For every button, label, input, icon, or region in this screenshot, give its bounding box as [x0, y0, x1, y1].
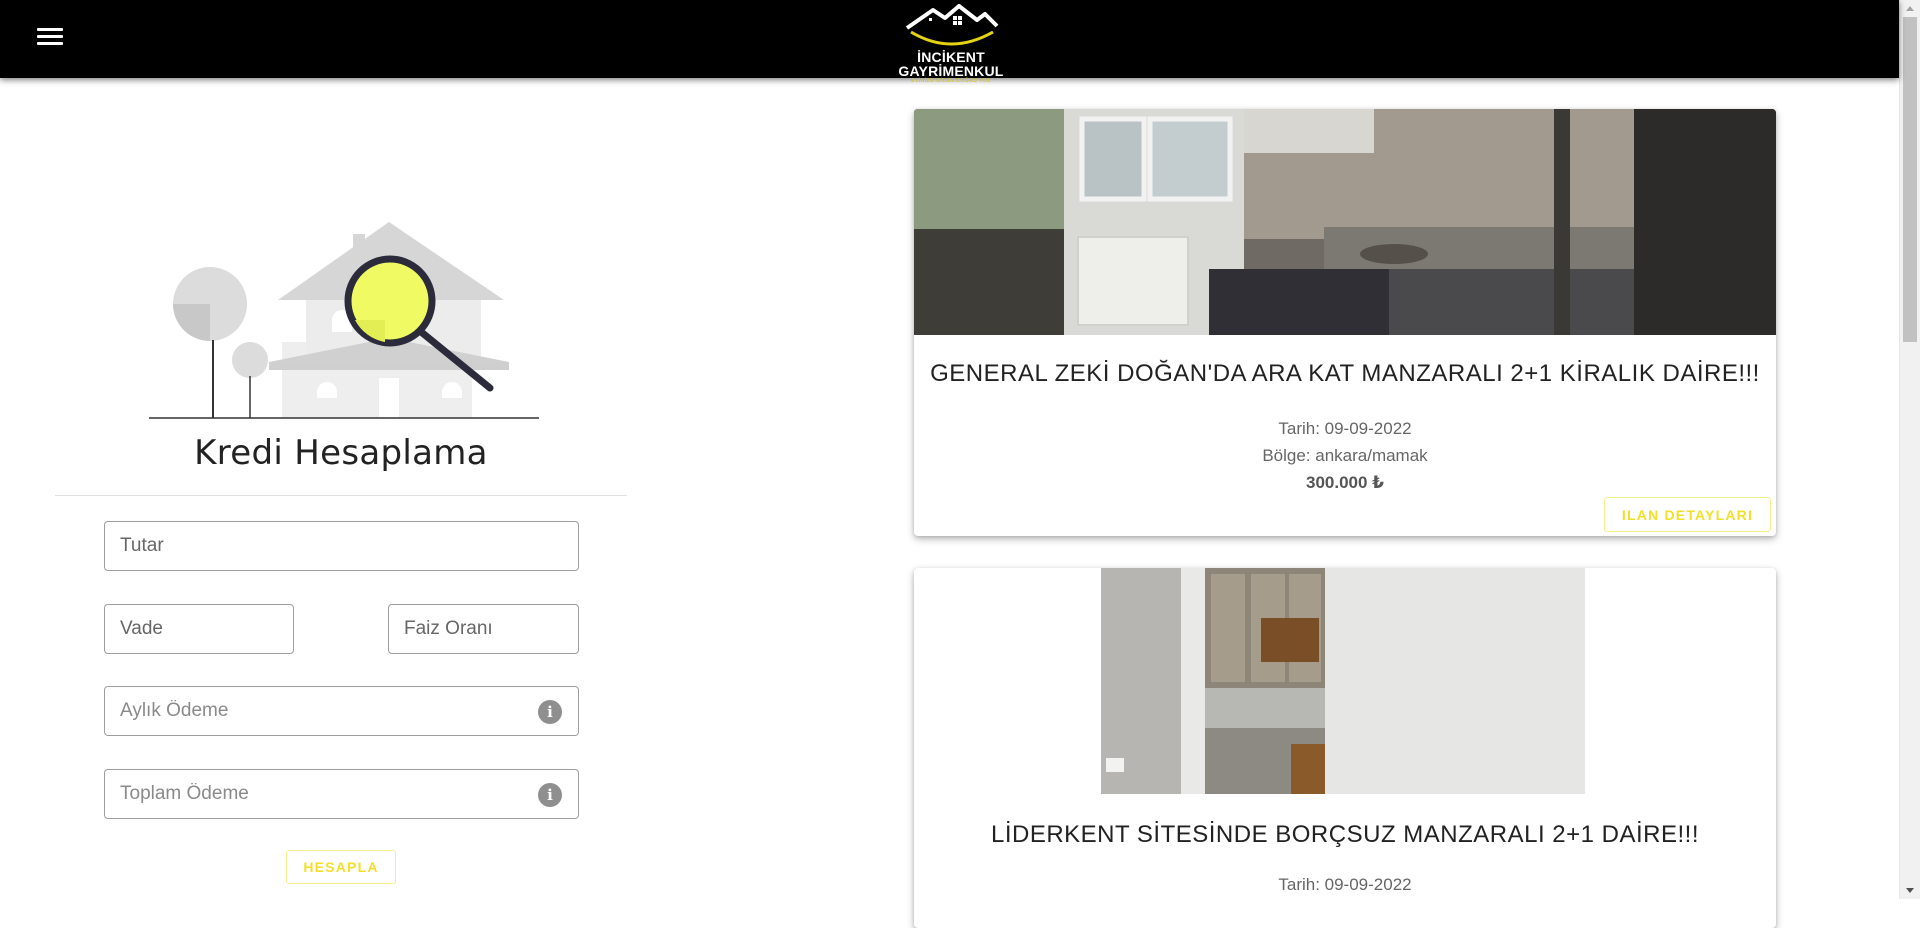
listing-region: Bölge: ankara/mamak: [1262, 446, 1428, 465]
listing-image-kitchen[interactable]: [914, 109, 1776, 335]
scroll-down-arrow-icon[interactable]: [1906, 888, 1914, 893]
hamburger-menu-icon[interactable]: [36, 25, 64, 49]
listing-date: Tarih: 09-09-2022: [1278, 875, 1412, 894]
listing-meta: Tarih: 09-09-2022: [914, 871, 1776, 898]
calculate-button[interactable]: HESAPLA: [286, 850, 396, 884]
page-scrollbar[interactable]: [1899, 0, 1920, 899]
scroll-up-arrow-icon[interactable]: [1906, 6, 1914, 11]
info-icon[interactable]: i: [538, 700, 562, 724]
listing-card[interactable]: LİDERKENT SİTESİNDE BORÇSUZ MANZARALI 2+…: [914, 568, 1776, 928]
info-icon[interactable]: i: [538, 783, 562, 807]
listing-title: GENERAL ZEKİ DOĞAN'DA ARA KAT MANZARALI …: [930, 360, 1760, 387]
total-payment-input[interactable]: [105, 770, 578, 818]
term-field[interactable]: [104, 604, 294, 654]
calculator-title: Kredi Hesaplama: [194, 433, 488, 473]
site-logo[interactable]: İNCİKENT GAYRİMENKUL EVİNİZE GİDEN DOĞRU…: [866, 4, 1036, 84]
listing-price: 300.000 ₺: [1305, 473, 1384, 492]
listing-image-kitchen[interactable]: [1101, 568, 1585, 794]
house-search-illustration: [149, 222, 539, 419]
term-input[interactable]: [105, 605, 293, 653]
amount-field[interactable]: [104, 521, 579, 571]
interest-rate-field[interactable]: [388, 604, 579, 654]
monthly-payment-field[interactable]: i: [104, 686, 579, 736]
brand-name: İNCİKENT GAYRİMENKUL: [898, 49, 1004, 79]
monthly-payment-input[interactable]: [105, 687, 578, 735]
brand-tagline: EVİNİZE GİDEN DOĞRU YOL: [911, 78, 991, 84]
amount-input[interactable]: [105, 522, 578, 570]
listing-date: Tarih: 09-09-2022: [1278, 419, 1412, 438]
listing-title: LİDERKENT SİTESİNDE BORÇSUZ MANZARALI 2+…: [990, 821, 1700, 848]
listing-details-button[interactable]: ILAN DETAYLARI: [1604, 497, 1771, 532]
total-payment-field[interactable]: i: [104, 769, 579, 819]
top-app-bar: İNCİKENT GAYRİMENKUL EVİNİZE GİDEN DOĞRU…: [0, 0, 1899, 84]
listing-meta: Tarih: 09-09-2022 Bölge: ankara/mamak 30…: [914, 415, 1776, 496]
scrollbar-thumb[interactable]: [1903, 17, 1917, 342]
interest-rate-input[interactable]: [389, 605, 578, 653]
listing-card[interactable]: GENERAL ZEKİ DOĞAN'DA ARA KAT MANZARALI …: [914, 109, 1776, 536]
divider: [55, 495, 627, 496]
house-roof-logo-icon: [905, 4, 999, 46]
